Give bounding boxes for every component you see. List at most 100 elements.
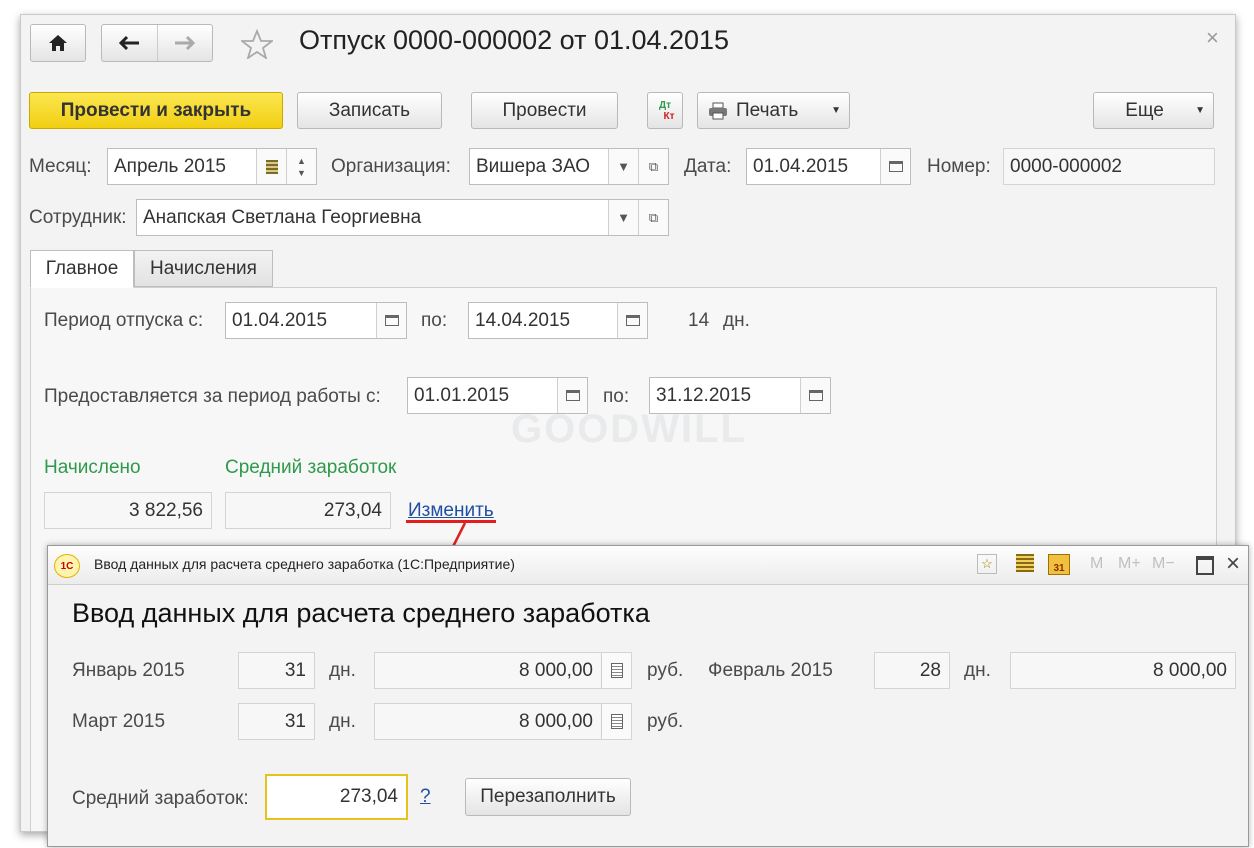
- days-value: 31: [284, 710, 306, 732]
- month-name-label: Февраль 2015: [708, 660, 833, 681]
- memory-add-icon[interactable]: M+: [1118, 555, 1141, 573]
- month-stepper[interactable]: ▲ ▼: [286, 149, 316, 184]
- post-button[interactable]: Провести: [471, 92, 618, 129]
- month-value: Апрель 2015: [114, 155, 226, 177]
- work-to-label: по:: [603, 386, 630, 407]
- month-field[interactable]: Апрель 2015 ▲ ▼: [107, 148, 317, 185]
- close-icon[interactable]: ×: [1226, 550, 1240, 578]
- days-count: 14: [688, 310, 710, 331]
- calendar-icon[interactable]: [800, 378, 830, 413]
- watermark-logo: GOODWILL: [511, 407, 747, 451]
- days-unit-label: дн.: [329, 660, 356, 681]
- stepper-down-icon[interactable]: ▼: [297, 167, 306, 179]
- print-label: Печать: [736, 99, 799, 121]
- days-unit-label: дн.: [964, 660, 991, 681]
- work-period-label: Предоставляется за период работы с:: [44, 386, 381, 407]
- stepper-up-icon[interactable]: ▲: [297, 155, 306, 167]
- calendar-icon[interactable]: [376, 303, 406, 338]
- dropdown-icon[interactable]: ▼: [608, 149, 638, 184]
- open-link-icon[interactable]: ⧉: [638, 149, 668, 184]
- period-to-field[interactable]: 14.04.2015: [468, 302, 648, 339]
- date-field[interactable]: 01.04.2015: [746, 148, 911, 185]
- favorite-star-icon[interactable]: ☆: [977, 554, 997, 574]
- app-logo-icon: 1С: [54, 554, 80, 578]
- average-earnings-label: Средний заработок: [225, 457, 397, 478]
- dialog-heading: Ввод данных для расчета среднего заработ…: [72, 598, 650, 628]
- number-field[interactable]: 0000-000002: [1003, 148, 1215, 185]
- average-earnings-value: 273,04: [323, 499, 382, 521]
- currency-label: руб.: [647, 660, 684, 681]
- chevron-down-icon: ▼: [831, 105, 841, 116]
- calculator-icon[interactable]: [601, 704, 631, 739]
- dt-kt-button[interactable]: Дт Кт: [647, 92, 683, 129]
- calendar-icon[interactable]: [617, 303, 647, 338]
- average-earnings-label: Средний заработок:: [72, 788, 249, 809]
- help-link[interactable]: ?: [420, 786, 431, 808]
- favorite-star-icon[interactable]: [241, 29, 273, 59]
- home-button[interactable]: [30, 24, 86, 62]
- post-and-close-button[interactable]: Провести и закрыть: [29, 92, 283, 129]
- back-button[interactable]: [102, 25, 158, 61]
- calculator-icon[interactable]: [601, 653, 631, 688]
- dialog-titlebar: 1С Ввод данных для расчета среднего зара…: [48, 546, 1248, 585]
- arrow-left-icon: [119, 35, 140, 51]
- refill-button[interactable]: Перезаполнить: [465, 778, 631, 816]
- average-earnings-dialog: 1С Ввод данных для расчета среднего зара…: [47, 545, 1249, 847]
- amount-value: 8 000,00: [1153, 659, 1227, 681]
- work-from-value: 01.01.2015: [414, 384, 510, 406]
- tab-accruals[interactable]: Начисления: [134, 250, 273, 287]
- amount-field[interactable]: 8 000,00: [1010, 652, 1236, 689]
- more-label: Еще: [1125, 99, 1164, 121]
- print-button[interactable]: Печать ▼: [697, 92, 850, 129]
- month-name-label: Январь 2015: [72, 660, 185, 681]
- calculator-icon[interactable]: [1016, 554, 1034, 572]
- maximize-icon[interactable]: [1196, 556, 1214, 575]
- amount-value: 8 000,00: [519, 659, 593, 681]
- close-icon[interactable]: ×: [1206, 25, 1219, 51]
- average-earnings-field: 273,04: [225, 492, 391, 529]
- forward-button[interactable]: [158, 25, 213, 61]
- days-field[interactable]: 31: [238, 652, 315, 689]
- number-label: Номер:: [927, 156, 991, 177]
- more-button[interactable]: Еще ▼: [1093, 92, 1214, 129]
- kt-label: Кт: [663, 110, 675, 122]
- chevron-down-icon: ▼: [1195, 105, 1205, 116]
- period-from-field[interactable]: 01.04.2015: [225, 302, 407, 339]
- days-field[interactable]: 31: [238, 703, 315, 740]
- arrow-right-icon: [174, 35, 195, 51]
- organization-label: Организация:: [331, 156, 451, 177]
- month-label: Месяц:: [29, 156, 92, 177]
- period-from-value: 01.04.2015: [232, 309, 328, 331]
- date-value: 01.04.2015: [753, 155, 849, 177]
- amount-field[interactable]: 8 000,00: [374, 703, 632, 740]
- window-title: Отпуск 0000-000002 от 01.04.2015: [299, 25, 730, 55]
- accrued-field: 3 822,56: [44, 492, 212, 529]
- calendar-icon[interactable]: 31: [1048, 554, 1070, 575]
- average-earnings-input[interactable]: 273,04: [265, 774, 408, 820]
- memory-subtract-icon[interactable]: M−: [1152, 555, 1175, 573]
- open-link-icon[interactable]: ⧉: [638, 200, 668, 235]
- change-link[interactable]: Изменить: [408, 500, 494, 522]
- organization-field[interactable]: Вишера ЗАО ▼ ⧉: [469, 148, 669, 185]
- dt-label: Дт: [658, 99, 672, 111]
- employee-field[interactable]: Анапская Светлана Георгиевна ▼ ⧉: [136, 199, 669, 236]
- days-unit-label: дн.: [329, 711, 356, 732]
- organization-value: Вишера ЗАО: [476, 155, 591, 177]
- tab-main[interactable]: Главное: [30, 250, 134, 288]
- dropdown-icon[interactable]: ▼: [608, 200, 638, 235]
- period-to-label: по:: [421, 310, 448, 331]
- save-button[interactable]: Записать: [297, 92, 442, 129]
- amount-field[interactable]: 8 000,00: [374, 652, 632, 689]
- days-unit: дн.: [723, 310, 750, 331]
- vacation-period-label: Период отпуска с:: [44, 310, 204, 331]
- currency-label: руб.: [647, 711, 684, 732]
- calendar-select-icon[interactable]: [256, 149, 286, 184]
- date-label: Дата:: [684, 156, 732, 177]
- average-earnings-value: 273,04: [339, 786, 398, 807]
- memory-m-icon[interactable]: M: [1090, 555, 1103, 573]
- days-field[interactable]: 28: [874, 652, 950, 689]
- calendar-icon[interactable]: [880, 149, 910, 184]
- employee-label: Сотрудник:: [29, 207, 127, 228]
- period-to-value: 14.04.2015: [475, 309, 571, 331]
- employee-value: Анапская Светлана Георгиевна: [143, 206, 422, 228]
